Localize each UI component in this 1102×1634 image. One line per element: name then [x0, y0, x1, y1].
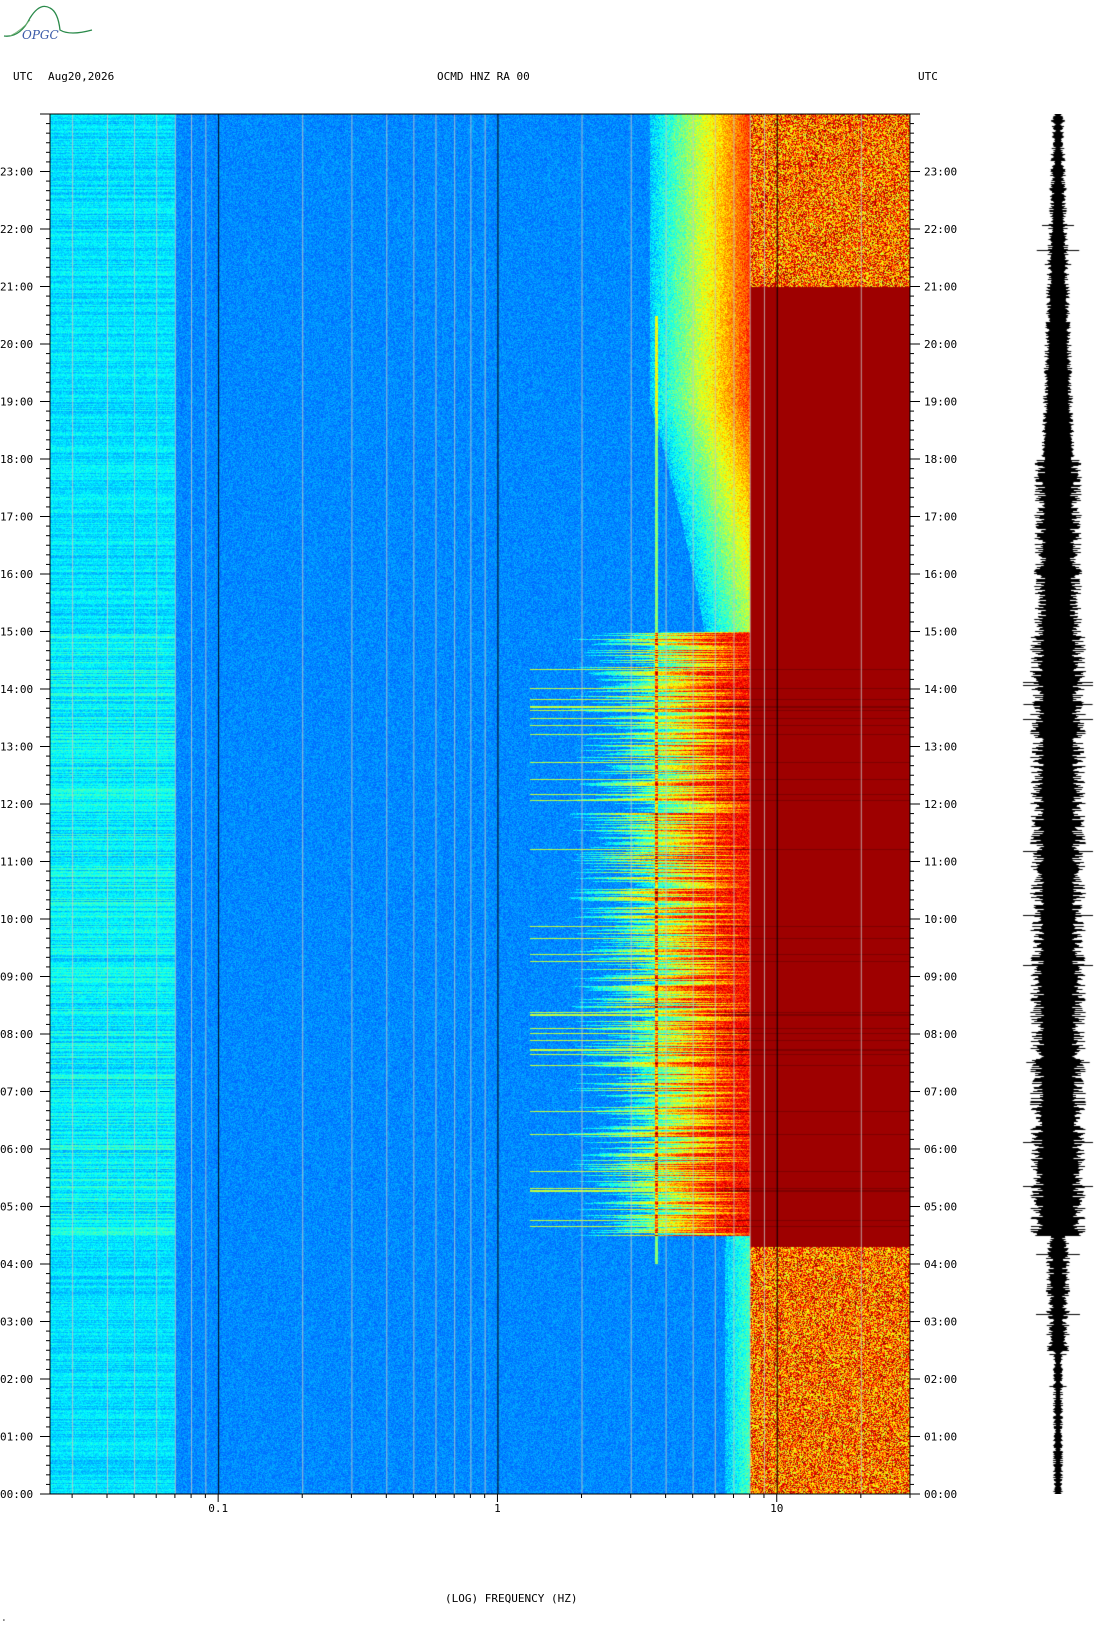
y-tick-label-left: 01:00	[0, 1431, 33, 1444]
y-tick-label-left: 18:00	[0, 453, 33, 466]
y-tick-label-right: 18:00	[924, 453, 957, 466]
y-tick-label-left: 13:00	[0, 741, 33, 754]
y-tick-label-right: 22:00	[924, 223, 957, 236]
y-tick-label-right: 21:00	[924, 281, 957, 294]
y-tick-label-left: 19:00	[0, 396, 33, 409]
y-tick-label-right: 19:00	[924, 396, 957, 409]
y-tick-label-left: 06:00	[0, 1143, 33, 1156]
y-tick-label-right: 12:00	[924, 798, 957, 811]
y-tick-label-right: 11:00	[924, 856, 957, 869]
x-axis-label: (LOG) FREQUENCY (HZ)	[445, 1592, 578, 1605]
y-tick-label-right: 17:00	[924, 511, 957, 524]
y-tick-label-right: 10:00	[924, 913, 957, 926]
x-tick-label: 1	[494, 1502, 501, 1515]
y-tick-label-right: 06:00	[924, 1143, 957, 1156]
y-tick-label-left: 12:00	[0, 798, 33, 811]
x-tick-label: 10	[770, 1502, 783, 1515]
y-tick-label-right: 03:00	[924, 1316, 957, 1329]
y-tick-label-right: 04:00	[924, 1258, 957, 1271]
seismogram-trace	[1022, 114, 1094, 1494]
y-tick-label-left: 23:00	[0, 166, 33, 179]
y-tick-label-right: 00:00	[924, 1488, 957, 1501]
y-tick-label-right: 01:00	[924, 1431, 957, 1444]
y-tick-label-left: 02:00	[0, 1373, 33, 1386]
y-tick-label-right: 13:00	[924, 741, 957, 754]
y-tick-label-left: 16:00	[0, 568, 33, 581]
y-tick-label-left: 05:00	[0, 1201, 33, 1214]
y-tick-label-left: 22:00	[0, 223, 33, 236]
corner-mark: ˚	[2, 1620, 6, 1627]
y-tick-label-left: 17:00	[0, 511, 33, 524]
y-tick-label-left: 21:00	[0, 281, 33, 294]
y-tick-label-left: 14:00	[0, 683, 33, 696]
axes-overlay: 00:00 00:00 01:00 01:00 02:00 02:00 03:00 03:00…	[0, 113, 957, 1515]
y-tick-label-left: 00:00	[0, 1488, 33, 1501]
y-tick-label-right: 16:00	[924, 568, 957, 581]
y-tick-label-left: 09:00	[0, 971, 33, 984]
y-tick-label-right: 05:00	[924, 1201, 957, 1214]
y-tick-label-right: 08:00	[924, 1028, 957, 1041]
y-tick-label-left: 08:00	[0, 1028, 33, 1041]
y-tick-label-right: 15:00	[924, 626, 957, 639]
y-tick-label-right: 23:00	[924, 166, 957, 179]
y-tick-label-left: 04:00	[0, 1258, 33, 1271]
y-tick-label-left: 10:00	[0, 913, 33, 926]
y-tick-label-left: 07:00	[0, 1086, 33, 1099]
y-tick-label-left: 03:00	[0, 1316, 33, 1329]
y-tick-label-left: 20:00	[0, 338, 33, 351]
y-tick-label-right: 02:00	[924, 1373, 957, 1386]
y-tick-label-left: 11:00	[0, 856, 33, 869]
y-tick-label-right: 07:00	[924, 1086, 957, 1099]
y-tick-label-right: 14:00	[924, 683, 957, 696]
x-tick-label: 0.1	[208, 1502, 228, 1515]
plot-frame	[49, 113, 911, 1495]
y-tick-label-right: 09:00	[924, 971, 957, 984]
y-tick-label-right: 20:00	[924, 338, 957, 351]
y-tick-label-left: 15:00	[0, 626, 33, 639]
